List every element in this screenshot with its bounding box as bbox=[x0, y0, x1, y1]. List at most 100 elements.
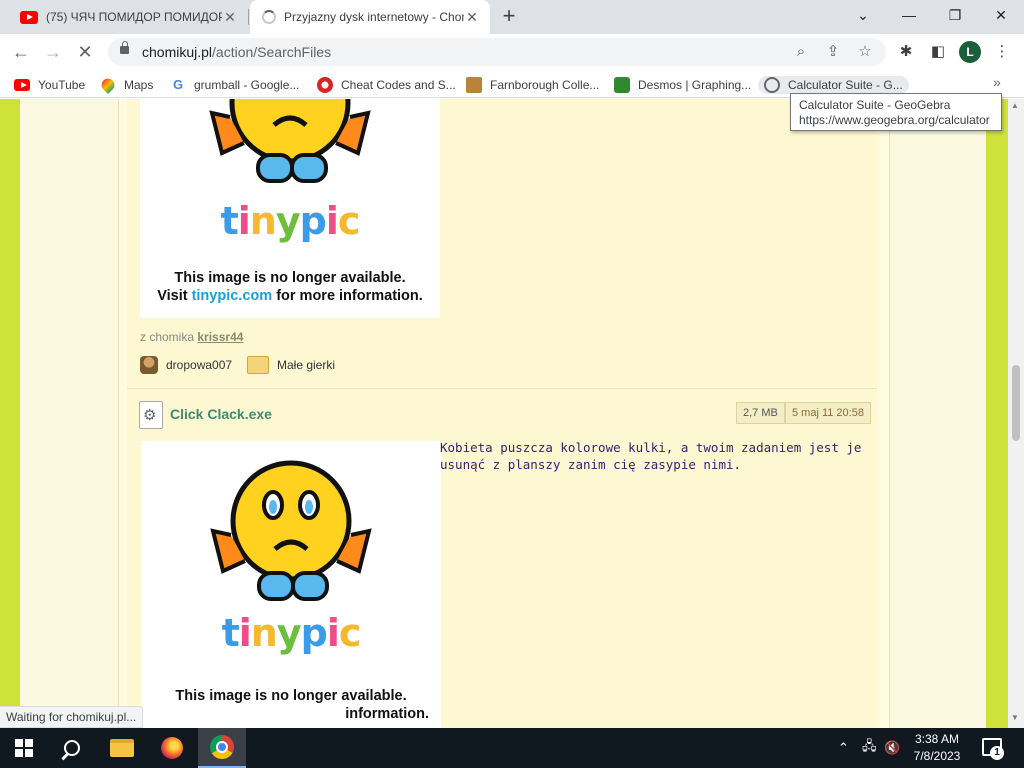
menu-icon[interactable]: ⋮ bbox=[991, 41, 1013, 63]
more-bookmarks-icon[interactable]: » bbox=[993, 74, 1001, 90]
bookmark-label: Maps bbox=[124, 78, 154, 92]
start-button[interactable] bbox=[0, 728, 48, 768]
system-clock[interactable]: 3:38 AM 7/8/2023 bbox=[900, 731, 974, 765]
taskbar-file-explorer[interactable] bbox=[98, 728, 146, 768]
loading-spinner-icon bbox=[262, 10, 276, 24]
file-size-badge: 2,7 MB bbox=[736, 402, 785, 424]
cheat-codes-icon bbox=[317, 77, 333, 93]
broken-image-placeholder[interactable]: tinypic This image is no longer availabl… bbox=[140, 99, 440, 318]
bookmark-farnborough[interactable]: Farnborough Colle... bbox=[466, 76, 599, 94]
owner-name: dropowa007 bbox=[166, 358, 233, 372]
maps-pin-icon bbox=[98, 75, 118, 95]
youtube-favicon-icon bbox=[20, 10, 38, 24]
lock-icon[interactable] bbox=[120, 41, 129, 54]
back-button[interactable]: ← bbox=[8, 39, 34, 65]
tab-title: Przyjazny dysk internetowy - Chomikuj.pl bbox=[284, 10, 464, 24]
vertical-scrollbar[interactable]: ▲ ▼ bbox=[1008, 99, 1024, 728]
file-card: Click Clack.exe 2,7 MB 5 maj 11 20:58 bbox=[127, 389, 877, 728]
bookmark-grumball[interactable]: G grumball - Google... bbox=[170, 76, 299, 94]
page-viewport: tinypic This image is no longer availabl… bbox=[0, 99, 1024, 728]
youtube-icon bbox=[14, 77, 30, 93]
close-tab-icon[interactable]: ✕ bbox=[222, 9, 238, 26]
tab-strip: (75) ЧЯЧ ПОМИДОР ПОМИДОР ✕ Przyjazny dys… bbox=[0, 0, 1024, 34]
exe-file-icon bbox=[139, 401, 163, 429]
tab-title: (75) ЧЯЧ ПОМИДОР ПОМИДОР bbox=[46, 10, 222, 24]
search-icon[interactable]: ⌕ bbox=[790, 41, 812, 63]
stop-loading-button[interactable]: ✕ bbox=[72, 39, 98, 65]
notification-count-badge: 1 bbox=[990, 746, 1004, 760]
image-unavailable-text: This image is no longer available. infor… bbox=[175, 688, 429, 722]
file-description: Kobieta puszcza kolorowe kulki, a twoim … bbox=[440, 440, 862, 472]
desmos-icon bbox=[614, 77, 630, 93]
close-tab-icon[interactable]: ✕ bbox=[464, 9, 480, 26]
user-avatar-icon bbox=[140, 356, 158, 374]
firefox-icon bbox=[161, 737, 183, 759]
file-card: tinypic This image is no longer availabl… bbox=[127, 99, 877, 387]
bookmark-star-icon[interactable]: ☆ bbox=[854, 41, 876, 63]
geogebra-icon bbox=[764, 77, 780, 93]
profile-avatar[interactable]: L bbox=[959, 41, 981, 63]
address-bar[interactable]: chomikuj.pl/action/SearchFiles ⌕ ⇪ ☆ bbox=[108, 38, 886, 66]
bookmark-geogebra[interactable]: Calculator Suite - G... bbox=[758, 76, 909, 94]
tab-search-button[interactable]: ⌄ bbox=[840, 0, 886, 30]
browser-toolbar: ← → ✕ chomikuj.pl/action/SearchFiles ⌕ ⇪… bbox=[0, 34, 1024, 70]
tooltip-title: Calculator Suite - GeoGebra bbox=[799, 98, 951, 112]
file-title-link[interactable]: Click Clack.exe bbox=[170, 406, 272, 422]
bookmark-label: Calculator Suite - G... bbox=[788, 78, 903, 92]
bookmark-cheat-codes[interactable]: Cheat Codes and S... bbox=[317, 76, 456, 94]
bookmark-label: Cheat Codes and S... bbox=[341, 78, 456, 92]
scroll-down-arrow-icon[interactable]: ▼ bbox=[1011, 713, 1019, 722]
folder-name: Małe gierki bbox=[277, 358, 336, 372]
bookmark-youtube[interactable]: YouTube bbox=[14, 76, 85, 94]
source-user-link[interactable]: krissr44 bbox=[197, 330, 243, 344]
folder-icon bbox=[247, 356, 269, 374]
tab-separator bbox=[248, 9, 249, 25]
minimize-button[interactable]: — bbox=[886, 0, 932, 30]
folder-icon bbox=[110, 739, 134, 757]
forward-button[interactable]: → bbox=[40, 39, 66, 65]
windows-logo-icon bbox=[15, 739, 33, 757]
folder-tag[interactable]: Małe gierki bbox=[247, 356, 335, 374]
new-tab-button[interactable]: + bbox=[498, 5, 520, 28]
tooltip-url: https://www.geogebra.org/calculator bbox=[799, 113, 990, 127]
taskbar-search-button[interactable] bbox=[48, 728, 96, 768]
status-bubble: Waiting for chomikuj.pl... bbox=[0, 706, 144, 728]
show-hidden-icons-button[interactable]: ⌃ bbox=[838, 728, 849, 768]
google-icon: G bbox=[172, 77, 184, 92]
network-icon[interactable]: 🖧 bbox=[862, 728, 877, 768]
bookmark-label: YouTube bbox=[38, 78, 86, 92]
scrollbar-thumb[interactable] bbox=[1012, 365, 1020, 441]
sad-face-icon bbox=[210, 460, 372, 601]
bookmark-desmos[interactable]: Desmos | Graphing... bbox=[614, 76, 751, 94]
share-icon[interactable]: ⇪ bbox=[822, 41, 844, 63]
tinypic-logo: tinypic bbox=[221, 611, 362, 655]
bookmark-label: Farnborough Colle... bbox=[490, 78, 600, 92]
volume-muted-icon[interactable]: 🔇 bbox=[884, 728, 900, 768]
college-icon bbox=[466, 77, 482, 93]
bookmark-maps[interactable]: Maps bbox=[98, 75, 154, 95]
close-window-button[interactable]: ✕ bbox=[978, 0, 1024, 30]
broken-image-placeholder[interactable]: tinypic This image is no longer availabl… bbox=[141, 441, 441, 728]
sad-face-icon bbox=[209, 99, 371, 183]
search-icon bbox=[64, 740, 80, 756]
file-date-badge: 5 maj 11 20:58 bbox=[785, 402, 871, 424]
chrome-icon bbox=[210, 735, 234, 759]
restore-button[interactable]: ❐ bbox=[932, 0, 978, 30]
tab-youtube[interactable]: (75) ЧЯЧ ПОМИДОР ПОМИДОР ✕ bbox=[8, 0, 248, 34]
scroll-up-arrow-icon[interactable]: ▲ bbox=[1011, 101, 1019, 110]
side-panel-icon[interactable]: ◧ bbox=[927, 41, 949, 63]
owner-tag[interactable]: dropowa007 bbox=[140, 356, 232, 374]
image-unavailable-text: This image is no longer available. Visit… bbox=[157, 270, 423, 304]
tinypic-logo: tinypic bbox=[220, 199, 361, 243]
taskbar-chrome[interactable] bbox=[198, 728, 246, 768]
bookmark-label: grumball - Google... bbox=[194, 78, 300, 92]
tab-chomikuj[interactable]: Przyjazny dysk internetowy - Chomikuj.pl… bbox=[250, 0, 490, 34]
results-column: tinypic This image is no longer availabl… bbox=[118, 99, 890, 728]
bookmark-tooltip: Calculator Suite - GeoGebra https://www.… bbox=[790, 93, 1002, 131]
extensions-icon[interactable]: ✱ bbox=[895, 41, 917, 63]
taskbar-firefox[interactable] bbox=[148, 728, 196, 768]
page-column: tinypic This image is no longer availabl… bbox=[20, 99, 986, 728]
windows-taskbar: ⌃ 🖧 🔇 3:38 AM 7/8/2023 1 bbox=[0, 728, 1024, 768]
source-user-line: z chomika krissr44 bbox=[140, 330, 244, 344]
url-text[interactable]: chomikuj.pl/action/SearchFiles bbox=[142, 44, 331, 60]
